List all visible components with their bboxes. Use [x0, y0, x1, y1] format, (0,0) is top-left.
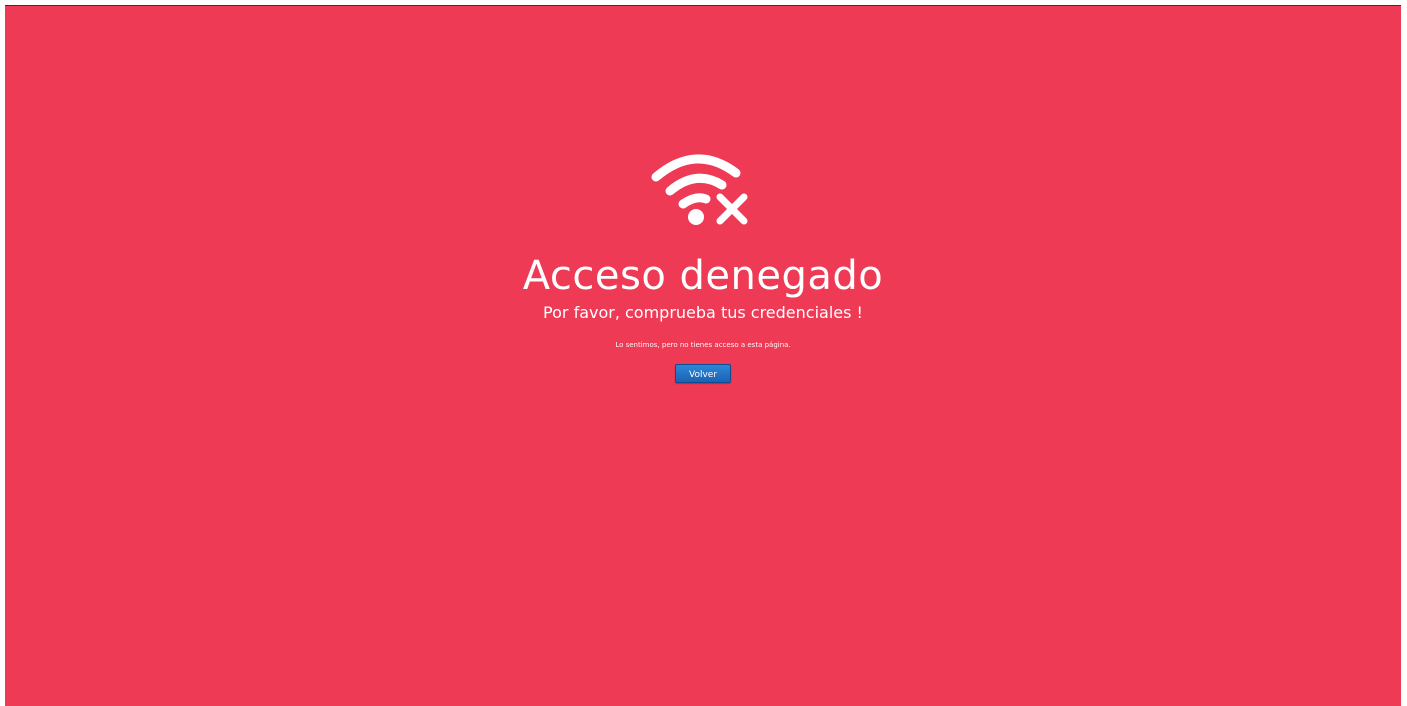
page-frame: Acceso denegado Por favor, comprueba tus…: [5, 5, 1401, 706]
error-message: Lo sentimos, pero no tienes acceso a est…: [615, 341, 791, 349]
access-denied-panel: Acceso denegado Por favor, comprueba tus…: [5, 151, 1401, 383]
page-subtitle: Por favor, comprueba tus credenciales !: [543, 303, 863, 322]
page-title: Acceso denegado: [522, 253, 884, 299]
wifi-off-icon: [648, 151, 758, 231]
back-button[interactable]: Volver: [675, 364, 731, 383]
